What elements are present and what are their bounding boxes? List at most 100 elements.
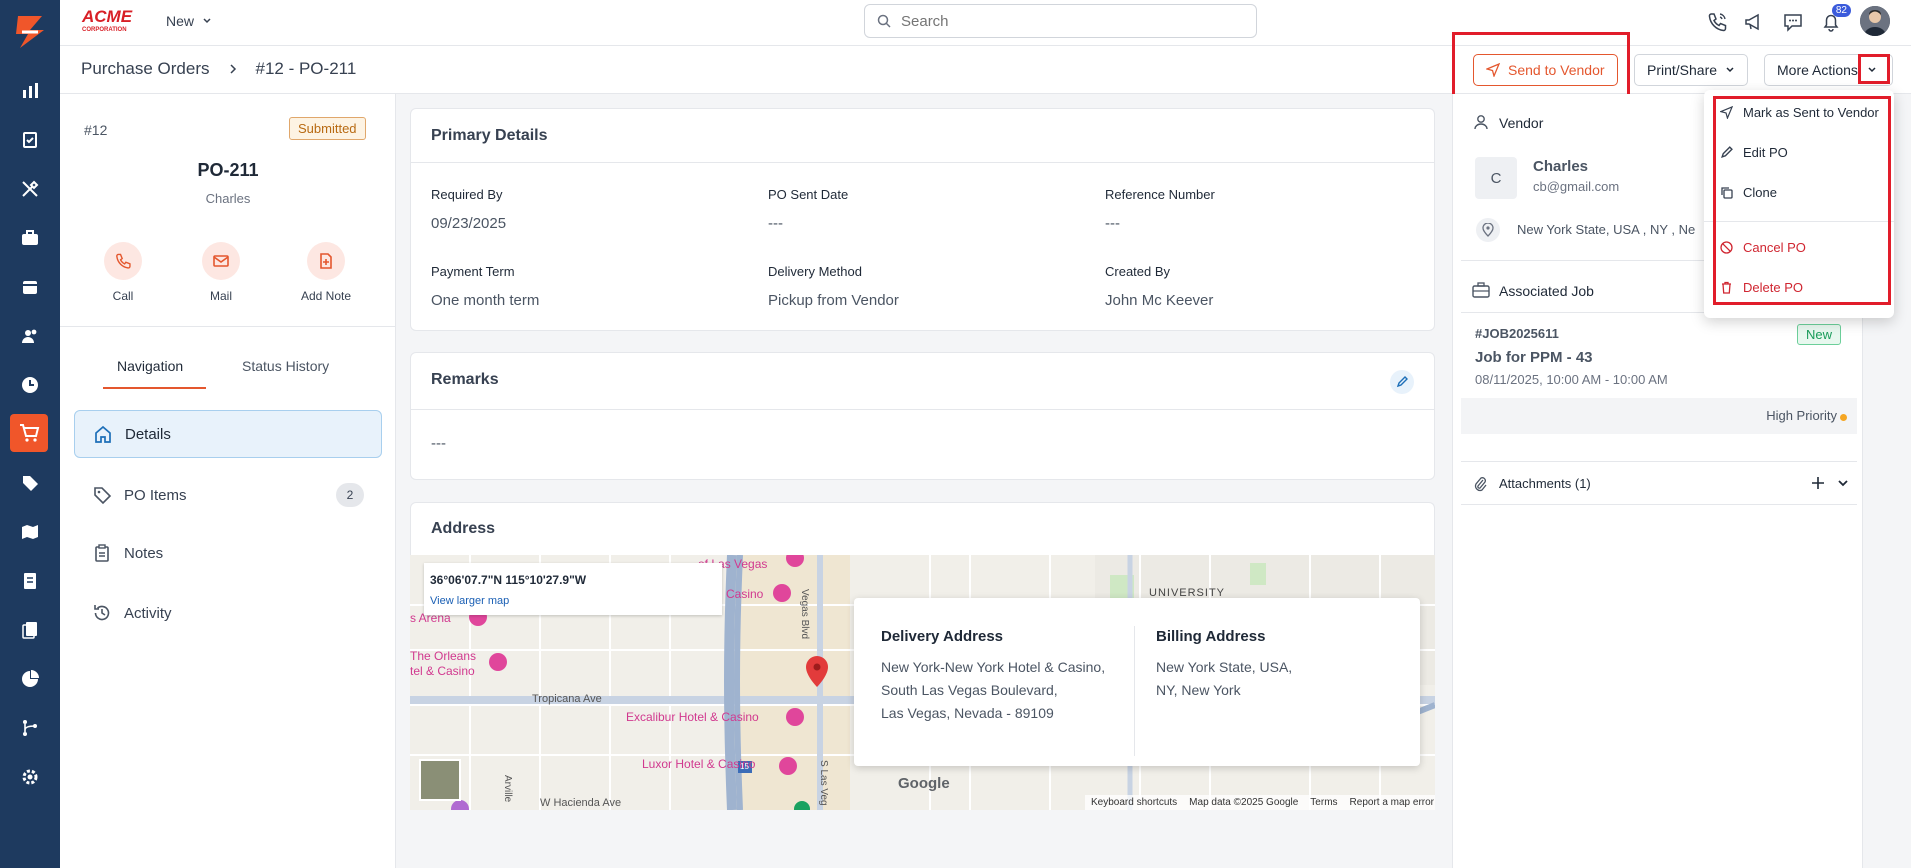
address-line: Las Vegas, Nevada - 89109 — [881, 705, 1054, 721]
active-tab-indicator — [103, 387, 206, 389]
highlight-menu — [1713, 96, 1891, 305]
map-label: Tropicana Ave — [532, 693, 602, 705]
top-bar: ACMECORPORATION New 82 — [60, 0, 1911, 46]
map-label: Casino — [726, 587, 764, 601]
breadcrumb-current: #12 - PO-211 — [255, 59, 357, 78]
users-icon[interactable] — [15, 321, 45, 351]
nav-item-activity[interactable]: Activity — [74, 589, 382, 637]
remarks-value: --- — [431, 435, 446, 452]
home-icon — [95, 425, 111, 443]
map-view[interactable]: of Las Vegas Casino s Arena The Orleans … — [410, 555, 1435, 810]
primary-details-title: Primary Details — [431, 127, 548, 144]
map-attribution: Keyboard shortcuts Map data ©2025 Google… — [1085, 795, 1435, 810]
mail-icon — [202, 242, 240, 280]
keyboard-shortcuts-link[interactable]: Keyboard shortcuts — [1091, 797, 1177, 808]
primary-details-card: Primary Details Required By 09/23/2025 P… — [410, 108, 1435, 331]
mail-action[interactable]: Mail — [181, 242, 261, 303]
map-label: S Las Veg — [818, 760, 829, 806]
job-id[interactable]: #JOB2025611 — [1475, 326, 1559, 341]
cart-icon[interactable] — [10, 414, 48, 452]
megaphone-icon[interactable] — [1741, 9, 1767, 35]
divider — [1134, 626, 1135, 756]
address-line: NY, New York — [1156, 682, 1241, 698]
tag-icon[interactable] — [15, 468, 45, 498]
remarks-title: Remarks — [431, 371, 499, 388]
map-label: Luxor Hotel & Casino — [642, 757, 756, 771]
nav-item-po-items[interactable]: PO Items 2 — [74, 471, 382, 519]
svg-text:ACME: ACME — [81, 7, 133, 26]
calendar-icon[interactable] — [15, 272, 45, 302]
po-summary-panel: #12 Submitted PO-211 Charles Call Mail A… — [60, 94, 396, 868]
bell-icon[interactable]: 82 — [1818, 4, 1851, 35]
print-share-button[interactable]: Print/Share — [1634, 54, 1749, 86]
delivery-address-title: Delivery Address — [881, 628, 1004, 645]
chevron-down-icon[interactable] — [1837, 479, 1849, 489]
job-title[interactable]: Job for PPM - 43 — [1475, 349, 1593, 366]
chevron-down-icon — [1726, 67, 1734, 73]
briefcase-icon[interactable] — [15, 223, 45, 253]
vendor-address: New York State, USA , NY , Ne — [1517, 222, 1696, 237]
tab-navigation[interactable]: Navigation — [117, 358, 183, 374]
call-action[interactable]: Call — [83, 242, 163, 303]
vendor-name[interactable]: Charles — [1533, 158, 1588, 175]
map-label: 15 — [740, 762, 749, 771]
invoice-icon[interactable] — [15, 566, 45, 596]
notification-count: 82 — [1831, 4, 1851, 17]
user-avatar[interactable] — [1860, 6, 1890, 36]
dashboard-icon[interactable] — [15, 76, 45, 106]
priority-row: High Priority — [1461, 398, 1857, 434]
map-data-text: Map data ©2025 Google — [1189, 797, 1299, 808]
clock-icon[interactable] — [15, 370, 45, 400]
history-icon — [94, 605, 110, 621]
report-map-error-link[interactable]: Report a map error — [1350, 797, 1434, 808]
map-icon[interactable] — [15, 517, 45, 547]
field-value: One month term — [431, 292, 540, 309]
new-dropdown[interactable]: New — [166, 13, 212, 29]
tab-status-history[interactable]: Status History — [242, 358, 329, 374]
field-label: Created By — [1105, 264, 1171, 279]
tag-icon — [94, 487, 112, 505]
address-title: Address — [431, 520, 496, 537]
tasks-icon[interactable] — [15, 125, 45, 155]
breadcrumb: Purchase Orders #12 - PO-211 — [81, 59, 356, 79]
phone-icon[interactable] — [1704, 9, 1730, 35]
edit-remarks-button[interactable] — [1390, 370, 1414, 394]
vendor-section-title: Vendor — [1499, 115, 1544, 131]
plus-icon[interactable] — [1811, 476, 1825, 490]
highlight-more-toggle — [1858, 54, 1890, 84]
tools-icon[interactable] — [15, 174, 45, 204]
vendor-email[interactable]: cb@gmail.com — [1533, 179, 1619, 194]
workflow-icon[interactable] — [15, 713, 45, 743]
nav-item-details[interactable]: Details — [74, 410, 382, 458]
attachments-section[interactable]: Attachments (1) — [1461, 461, 1857, 505]
chevron-down-icon — [203, 18, 211, 24]
search-input[interactable] — [901, 12, 1221, 30]
view-larger-map-link[interactable]: View larger map — [430, 595, 509, 607]
map-label: The Orleans — [410, 649, 477, 663]
search-box[interactable] — [864, 4, 1257, 38]
map-label: Vegas Blvd — [799, 589, 810, 640]
vendor-initial-avatar: C — [1475, 157, 1517, 199]
chevron-right-icon — [229, 64, 236, 74]
call-label: Call — [112, 289, 134, 303]
search-icon — [877, 14, 891, 28]
terms-link[interactable]: Terms — [1310, 797, 1337, 808]
add-note-action[interactable]: Add Note — [286, 242, 366, 303]
chat-icon[interactable] — [1780, 9, 1806, 35]
map-label: Arville — [502, 775, 513, 803]
google-logo: Google — [898, 775, 950, 792]
app-logo[interactable] — [8, 10, 52, 54]
user-icon — [1474, 115, 1488, 130]
map-coordinates-box: 36°06'07.7"N 115°10'27.9"W View larger m… — [424, 563, 722, 615]
breadcrumb-parent[interactable]: Purchase Orders — [81, 59, 210, 79]
nav-item-notes[interactable]: Notes — [74, 529, 382, 577]
billing-address-title: Billing Address — [1156, 628, 1266, 645]
documents-icon[interactable] — [15, 615, 45, 645]
job-schedule: 08/11/2025, 10:00 AM - 10:00 AM — [1475, 372, 1668, 387]
paperclip-icon — [1474, 477, 1487, 492]
settings-icon[interactable] — [15, 762, 45, 792]
po-vendor-name: Charles — [205, 191, 251, 206]
reports-icon[interactable] — [15, 664, 45, 694]
brand-logo[interactable]: ACME CORPORATION — [80, 6, 144, 34]
nav-label: Activity — [124, 604, 172, 622]
